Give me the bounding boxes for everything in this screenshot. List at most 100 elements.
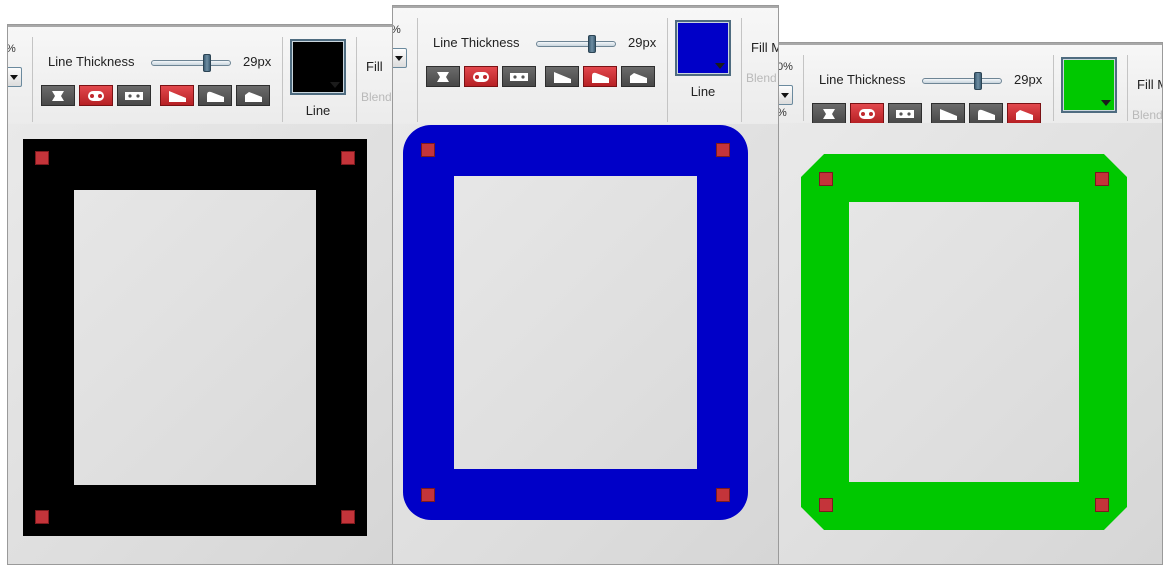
line-thickness-label: Line Thickness [48,54,135,69]
round-cap-button[interactable] [464,66,498,87]
drawing-canvas[interactable] [779,123,1162,564]
square-cap-icon [894,108,916,120]
bevel-join-button[interactable] [621,66,655,87]
fill-mode-label: Fill M [1137,77,1162,92]
bevel-join-icon [627,70,649,84]
round-cap-icon [470,71,492,83]
line-thickness-slider[interactable] [536,41,616,47]
round-join-icon [589,70,611,84]
toolbar-divider [32,37,33,122]
round-join-button[interactable] [198,85,232,106]
toolbar-divider [356,37,357,122]
butt-cap-button[interactable] [812,103,846,124]
round-join-button[interactable] [583,66,617,87]
bevel-join-icon [242,89,264,103]
toolbar-divider [667,18,668,122]
butt-cap-icon [433,71,453,83]
line-color-swatch[interactable] [675,20,731,76]
line-thickness-slider[interactable] [151,60,231,66]
line-thickness-label: Line Thickness [819,72,906,87]
fill-mode-label: Fill M [751,40,779,55]
stroke-path [403,125,748,520]
square-cap-button[interactable] [502,66,536,87]
miter-join-icon [551,70,573,84]
line-thickness-slider-thumb[interactable] [203,54,211,72]
round-cap-icon [856,108,878,120]
resize-handle-top-left[interactable] [819,172,833,186]
toolbar-divider [282,37,283,122]
resize-handle-bottom-left[interactable] [421,488,435,502]
resize-handle-top-right[interactable] [341,151,355,165]
toolbar-divider [1053,55,1054,121]
round-join-icon [975,107,997,121]
miter-join-button[interactable] [160,85,194,106]
butt-cap-button[interactable] [41,85,75,106]
stroke-toolbar: 0%%Line Thickness29pxLineFill MBlend [778,43,1163,136]
round-cap-button[interactable] [850,103,884,124]
butt-cap-button[interactable] [426,66,460,87]
resize-handle-bottom-right[interactable] [341,510,355,524]
round-cap-icon [85,90,107,102]
blend-mode-label: Blend [746,71,777,85]
toolbar-divider [417,18,418,122]
miter-join-button[interactable] [931,103,965,124]
zoom-dropdown-button[interactable] [8,67,22,87]
resize-handle-bottom-right[interactable] [1095,498,1109,512]
round-join-icon [204,89,226,103]
miter-join-icon [937,107,959,121]
line-color-label: Line [690,84,716,99]
blend-mode-label: Blend [361,90,392,104]
resize-handle-top-right[interactable] [716,143,730,157]
drawing-canvas[interactable] [393,124,778,564]
stroked-rectangle-bevel-join[interactable] [801,154,1127,530]
zoom-dropdown-button[interactable] [779,85,793,105]
line-thickness-value: 29px [1014,72,1043,87]
line-color-swatch[interactable] [1061,57,1117,113]
line-color-label: Line [305,103,331,118]
line-color-swatch[interactable] [290,39,346,95]
resize-handle-top-right[interactable] [1095,172,1109,186]
miter-join-icon [166,89,188,103]
line-thickness-slider-thumb[interactable] [588,35,596,53]
toolbar-divider [1127,55,1128,121]
toolbar-divider [741,18,742,122]
resize-handle-top-left[interactable] [421,143,435,157]
toolbar-divider [803,55,804,121]
round-join-button[interactable] [969,103,1003,124]
zoom-percent-fragment: 0% [778,61,793,73]
zoom-percent-fragment-lower: % [779,107,787,119]
stroke-path [23,139,367,536]
stroke-toolbar: % Line Thickness 29px Line Fill Blend [8,25,392,127]
stroke-path [801,154,1127,530]
editor-panel-rounded: % Line Thickness 29px Line Fill M Blend [392,5,779,565]
zoom-dropdown-button[interactable] [393,48,407,68]
line-thickness-slider-thumb[interactable] [974,72,982,90]
resize-handle-bottom-right[interactable] [716,488,730,502]
bevel-join-button[interactable] [1007,103,1041,124]
line-thickness-value: 29px [628,35,657,50]
fill-mode-label: Fill [366,59,383,74]
square-cap-icon [123,90,145,102]
resize-handle-bottom-left[interactable] [819,498,833,512]
editor-panel-mitered: % Line Thickness 29px Line Fill Blend [7,24,393,565]
resize-handle-bottom-left[interactable] [35,510,49,524]
line-thickness-label: Line Thickness [433,35,520,50]
stroked-rectangle-miter-join[interactable] [23,139,367,536]
resize-handle-top-left[interactable] [35,151,49,165]
bevel-join-icon [1013,107,1035,121]
chevron-down-icon [1101,100,1111,106]
line-thickness-slider[interactable] [922,78,1002,84]
square-cap-button[interactable] [888,103,922,124]
blend-mode-label: Blend [1132,108,1163,122]
chevron-down-icon [715,63,725,69]
square-cap-button[interactable] [117,85,151,106]
bevel-join-button[interactable] [236,85,270,106]
editor-panel-beveled: 0%%Line Thickness29pxLineFill MBlend [778,42,1163,565]
miter-join-button[interactable] [545,66,579,87]
stroked-rectangle-round-join[interactable] [403,125,748,520]
round-cap-button[interactable] [79,85,113,106]
drawing-canvas[interactable] [8,124,392,564]
butt-cap-icon [48,90,68,102]
zoom-percent-fragment: % [8,43,16,55]
zoom-percent-fragment: % [393,24,401,36]
